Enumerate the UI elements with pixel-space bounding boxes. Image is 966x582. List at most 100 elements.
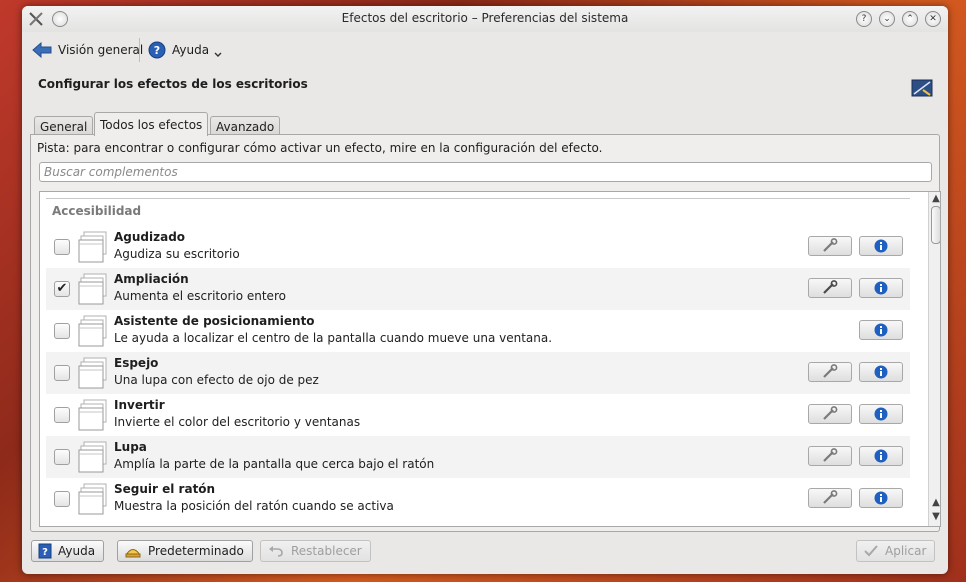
scrollbar[interactable]: ▲ ▲ ▼ [928,192,940,526]
wrench-icon [823,406,838,420]
effect-window-icon [78,483,107,515]
page-title: Configurar los efectos de los escritorio… [38,77,308,91]
configure-button[interactable] [808,488,852,508]
effect-name: Ampliación [114,272,189,286]
wrench-icon [823,364,838,378]
overview-label: Visión general [58,43,144,57]
effect-checkbox[interactable] [54,491,70,507]
help-menu-label: Ayuda [172,43,210,57]
effect-window-icon [78,441,107,473]
info-button[interactable] [859,404,903,424]
info-icon [874,407,888,421]
effect-name: Lupa [114,440,147,454]
scroll-up-icon[interactable]: ▲ [931,498,940,508]
maximize-button[interactable]: ⌃ [902,11,918,27]
toolbar-separator [139,38,140,62]
restore-default-icon [125,549,141,558]
info-button[interactable] [859,488,903,508]
info-icon [874,449,888,463]
button-bar: ? Ayuda Predeterminado Restablecer Aplic… [22,536,948,574]
window-title: Efectos del escritorio – Preferencias de… [341,11,629,25]
effect-window-icon [78,315,107,347]
effect-window-icon [78,399,107,431]
effect-description: Aumenta el escritorio entero [114,289,286,303]
help-menu-button[interactable]: ? Ayuda [148,38,223,62]
chevron-down-icon [214,52,222,57]
svg-text:?: ? [154,44,160,57]
effects-list: Accesibilidad Agudizado Agudiza su escri… [39,191,941,527]
list-item: Seguir el ratón Muestra la posición del … [46,478,910,520]
effect-window-icon [78,231,107,263]
list-item: Espejo Una lupa con efecto de ojo de pez [46,352,910,394]
configure-button[interactable] [808,278,852,298]
info-icon [874,491,888,505]
effect-description: Una lupa con efecto de ojo de pez [114,373,319,387]
wrench-icon [823,448,838,462]
list-item: ✔ Ampliación Aumenta el escritorio enter… [46,268,910,310]
list-item: Lupa Amplía la parte de la pantalla que … [46,436,910,478]
minimize-button[interactable]: ⌄ [879,11,895,27]
effect-description: Muestra la posición del ratón cuando se … [114,499,394,513]
effects-tab-panel: Pista: para encontrar o configurar cómo … [30,134,941,532]
default-button[interactable]: Predeterminado [117,540,253,562]
info-button[interactable] [859,446,903,466]
configure-button[interactable] [808,446,852,466]
effect-description: Agudiza su escritorio [114,247,240,261]
title-bar: Efectos del escritorio – Preferencias de… [22,6,948,32]
reset-button[interactable]: Restablecer [260,540,371,562]
help-book-icon: ? [38,543,52,559]
effect-checkbox[interactable] [54,407,70,423]
tab-all-effects[interactable]: Todos los efectos [94,112,209,136]
info-button[interactable] [859,362,903,382]
check-icon [864,545,878,557]
effect-checkbox[interactable] [54,323,70,339]
effect-name: Invertir [114,398,165,412]
configure-button[interactable] [808,236,852,256]
effect-checkbox[interactable] [54,365,70,381]
apply-label: Aplicar [885,544,927,558]
effect-description: Le ayuda a localizar el centro de la pan… [114,331,553,345]
info-icon [874,323,888,337]
list-item: Agudizado Agudiza su escritorio [46,226,910,268]
search-input[interactable]: Buscar complementos [39,162,932,182]
info-icon [874,239,888,253]
effect-description: Invierte el color del escritorio y venta… [114,415,361,429]
default-label: Predeterminado [148,544,244,558]
scroll-up-icon[interactable]: ▲ [931,194,940,204]
effect-window-icon [78,273,107,305]
svg-text:?: ? [42,547,48,558]
info-button[interactable] [859,320,903,340]
effect-checkbox[interactable] [54,239,70,255]
help-button[interactable]: ? [856,11,872,27]
configure-button[interactable] [808,404,852,424]
effect-checkbox[interactable]: ✔ [54,281,70,297]
list-item: Invertir Invierte el color del escritori… [46,394,910,436]
wrench-icon [823,280,838,294]
info-button[interactable] [859,278,903,298]
apply-button[interactable]: Aplicar [856,540,936,562]
effect-checkbox[interactable] [54,449,70,465]
desktop-effects-icon [911,79,933,97]
list-item: Asistente de posicionamiento Le ayuda a … [46,310,910,352]
effect-name: Seguir el ratón [114,482,216,496]
help-icon: ? [148,41,166,59]
back-arrow-icon [32,41,52,59]
overview-button[interactable]: Visión general [32,38,143,62]
effect-name: Agudizado [114,230,186,244]
settings-window: Efectos del escritorio – Preferencias de… [22,6,948,574]
effect-name: Espejo [114,356,159,370]
info-button[interactable] [859,236,903,256]
scroll-down-icon[interactable]: ▼ [931,512,940,522]
tab-general[interactable]: General [34,116,94,136]
help-bottom-button[interactable]: ? Ayuda [31,540,105,562]
toolbar: Visión general ? Ayuda [22,32,948,68]
wrench-icon [823,490,838,504]
tab-advanced[interactable]: Avanzado [210,116,281,136]
configure-button[interactable] [808,362,852,382]
hint-text: Pista: para encontrar o configurar cómo … [37,141,603,155]
info-icon [874,281,888,295]
scrollbar-thumb[interactable] [931,206,940,244]
close-button[interactable]: ✕ [925,11,941,27]
info-icon [874,365,888,379]
wrench-icon [823,238,838,252]
